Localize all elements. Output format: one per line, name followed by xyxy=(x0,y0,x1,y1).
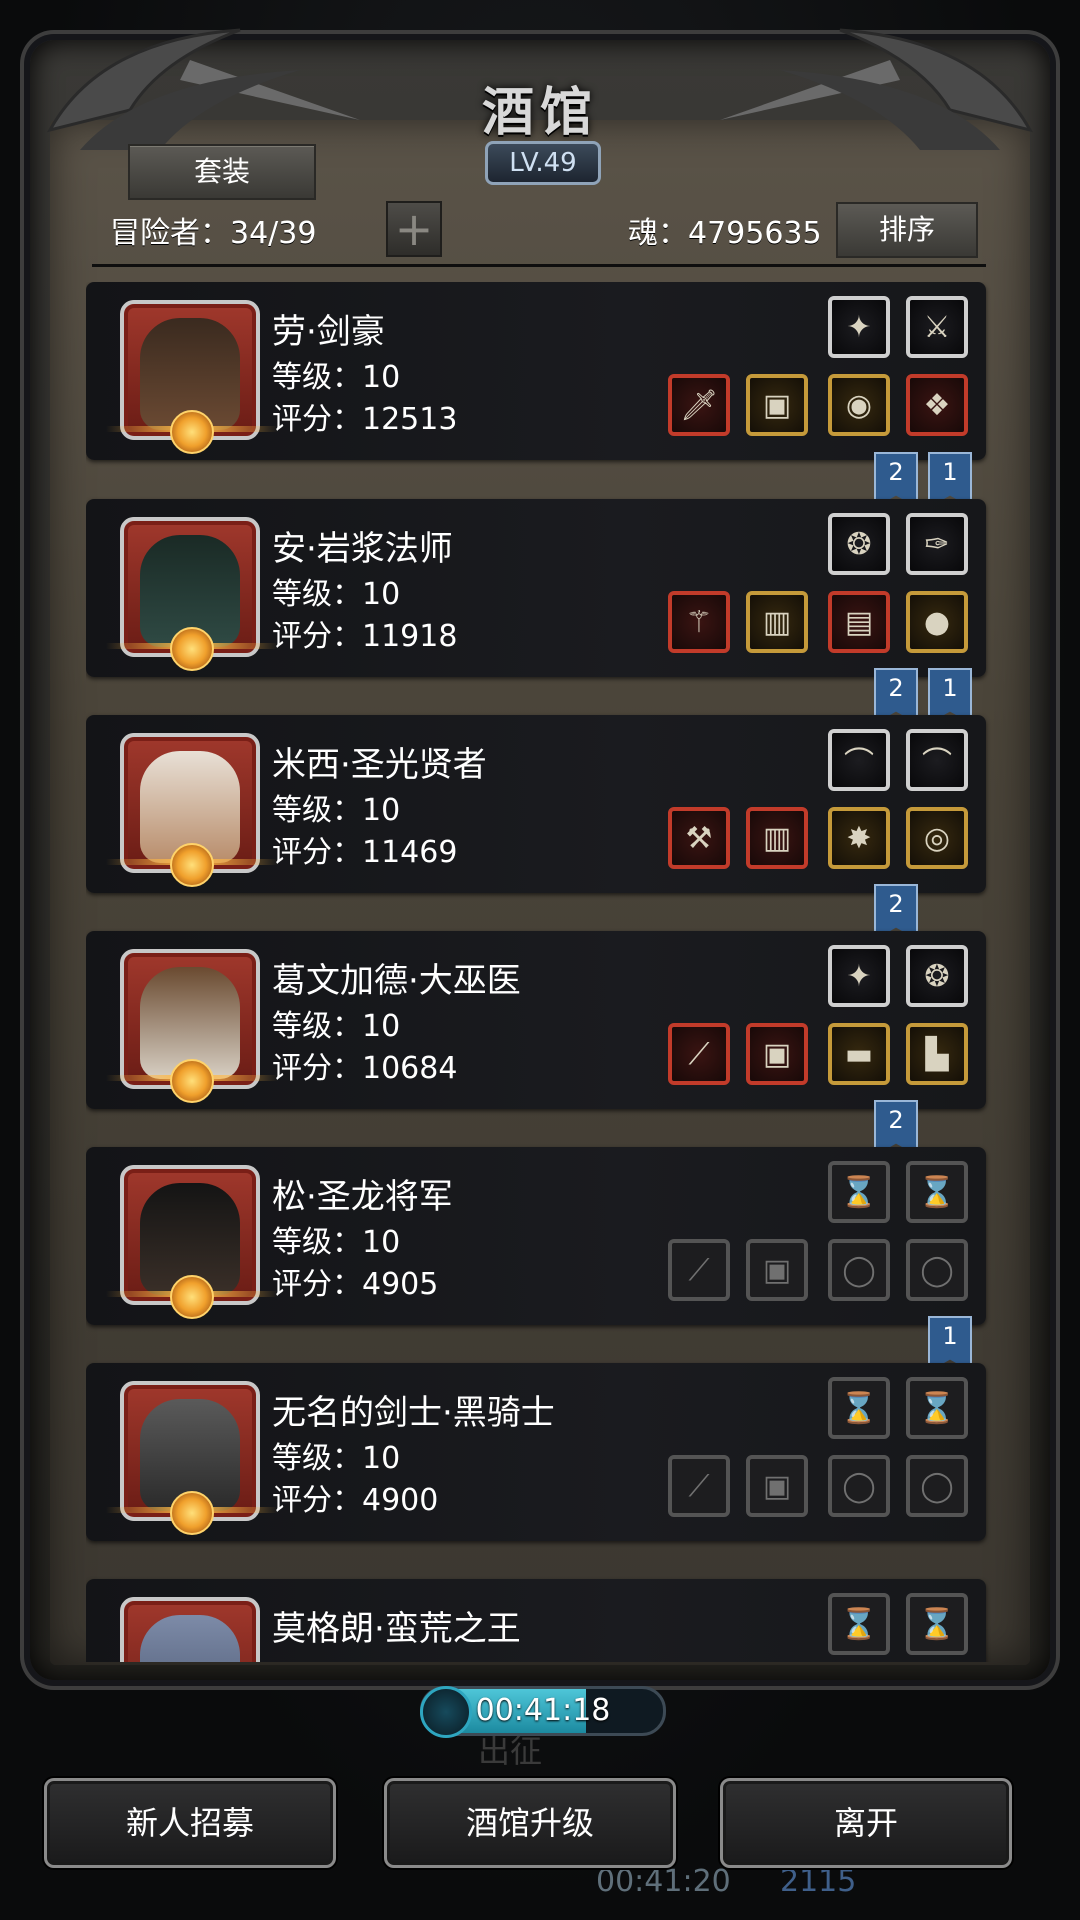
bow-slot-icon[interactable]: ⌒ xyxy=(906,729,968,791)
accessory-slot-icon[interactable]: ❖ xyxy=(906,374,968,436)
book-slot-icon[interactable]: ▤ xyxy=(828,591,890,653)
charm-slot-icon[interactable]: ❂ xyxy=(906,945,968,1007)
hero-score: 评分：12513 xyxy=(272,402,458,437)
charm-slot-icon[interactable]: ❂ xyxy=(828,513,890,575)
empty-ring-slot-icon[interactable]: ◯ xyxy=(906,1239,968,1301)
tavern-upgrade-button[interactable]: 酒馆升级 xyxy=(384,1778,676,1868)
sort-button[interactable]: 排序 xyxy=(836,202,978,258)
page-title: 酒馆 xyxy=(481,82,598,143)
hero-score: 评分：4905 xyxy=(272,1267,439,1302)
add-slot-button[interactable]: + xyxy=(386,201,442,257)
bow-slot-icon[interactable]: ⌒ xyxy=(828,729,890,791)
hero-score: 评分：11918 xyxy=(272,619,458,654)
set-button[interactable]: 套装 xyxy=(128,144,316,200)
hero-name: 无名的剑士·黑骑士 xyxy=(272,1393,555,1433)
robe-slot-icon[interactable]: ▥ xyxy=(746,591,808,653)
rank-emblem-icon xyxy=(170,627,214,671)
background-timer: 00:41:20 xyxy=(596,1864,731,1899)
empty-emblem-slot-icon[interactable]: ⌛ xyxy=(828,1161,890,1223)
empty-ring-slot-icon[interactable]: ◯ xyxy=(828,1455,890,1517)
rank-emblem-icon xyxy=(170,1275,214,1319)
amulet-slot-icon[interactable]: ● xyxy=(906,591,968,653)
belt-slot-icon[interactable]: ▬ xyxy=(828,1023,890,1085)
hero-name: 劳·剑豪 xyxy=(272,312,385,352)
divider xyxy=(92,264,986,267)
hero-portrait xyxy=(120,1597,260,1662)
armor-slot-icon[interactable]: ▣ xyxy=(746,374,808,436)
empty-charm-slot-icon[interactable]: ⌛ xyxy=(906,1161,968,1223)
emblem-slot-icon[interactable]: ✦ xyxy=(828,945,890,1007)
empty-armor-slot-icon[interactable]: ▣ xyxy=(746,1239,808,1301)
staff-slot-icon[interactable]: ⚚ xyxy=(668,591,730,653)
hero-card[interactable]: 劳·剑豪 等级：10 评分：12513 ✦ ⚔ 🗡 ▣ ◉ ❖ xyxy=(86,282,986,460)
wand-slot-icon[interactable]: ⟋ xyxy=(668,1023,730,1085)
hero-card[interactable]: 莫格朗·蛮荒之王 ⌛ ⌛ xyxy=(86,1579,986,1662)
hero-score: 评分：4900 xyxy=(272,1483,439,1518)
rank-emblem-icon xyxy=(170,843,214,887)
hero-level: 等级：10 xyxy=(272,360,401,395)
hero-score: 评分：11469 xyxy=(272,835,458,870)
feather-slot-icon[interactable]: ✑ xyxy=(906,513,968,575)
hero-card[interactable]: 安·岩浆法师 等级：10 评分：11918 ❂ ✑ ⚚ ▥ ▤ ● xyxy=(86,499,986,677)
tavern-level-badge: LV.49 xyxy=(485,141,601,185)
empty-weapon-slot-icon[interactable]: ⟋ xyxy=(668,1455,730,1517)
ring-slot-icon[interactable]: ◎ xyxy=(906,807,968,869)
hero-level: 等级：10 xyxy=(272,1225,401,1260)
empty-armor-slot-icon[interactable]: ▣ xyxy=(746,1455,808,1517)
empty-ring-slot-icon[interactable]: ◯ xyxy=(828,1239,890,1301)
hero-level: 等级：10 xyxy=(272,1009,401,1044)
mace-slot-icon[interactable]: ⚒ xyxy=(668,807,730,869)
soul-currency: 魂：4795635 xyxy=(628,216,822,251)
hero-card[interactable]: 葛文加德·大巫医 等级：10 评分：10684 ✦ ❂ ⟋ ▣ ▬ ▙ xyxy=(86,931,986,1109)
hero-list[interactable]: 劳·剑豪 等级：10 评分：12513 ✦ ⚔ 🗡 ▣ ◉ ❖ 2 1 安·岩浆… xyxy=(86,282,992,1662)
armor-slot-icon[interactable]: ▣ xyxy=(746,1023,808,1085)
rank-emblem-icon xyxy=(170,1491,214,1535)
hero-level: 等级：10 xyxy=(272,793,401,828)
empty-emblem-slot-icon[interactable]: ⌛ xyxy=(828,1593,890,1655)
emblem-slot-icon[interactable]: ✦ xyxy=(828,296,890,358)
ring-slot-icon[interactable]: ◉ xyxy=(828,374,890,436)
hero-score: 评分：10684 xyxy=(272,1051,458,1086)
empty-emblem-slot-icon[interactable]: ⌛ xyxy=(828,1377,890,1439)
rank-emblem-icon xyxy=(170,410,214,454)
empty-charm-slot-icon[interactable]: ⌛ xyxy=(906,1377,968,1439)
hero-card[interactable]: 松·圣龙将军 等级：10 评分：4905 ⌛ ⌛ ⟋ ▣ ◯ ◯ xyxy=(86,1147,986,1325)
background-count: 2115 xyxy=(780,1864,857,1899)
adventurer-count: 冒险者：34/39 xyxy=(110,216,317,251)
empty-charm-slot-icon[interactable]: ⌛ xyxy=(906,1593,968,1655)
hero-name: 安·岩浆法师 xyxy=(272,529,453,569)
charm-slot-icon[interactable]: ⚔ xyxy=(906,296,968,358)
boots-slot-icon[interactable]: ▙ xyxy=(906,1023,968,1085)
clock-icon xyxy=(420,1686,472,1738)
rank-emblem-icon xyxy=(170,1059,214,1103)
gem-slot-icon[interactable]: ✸ xyxy=(828,807,890,869)
hero-name: 米西·圣光贤者 xyxy=(272,745,487,785)
leave-button[interactable]: 离开 xyxy=(720,1778,1012,1868)
hero-card[interactable]: 无名的剑士·黑骑士 等级：10 评分：4900 ⌛ ⌛ ⟋ ▣ ◯ ◯ xyxy=(86,1363,986,1541)
hero-name: 莫格朗·蛮荒之王 xyxy=(272,1609,521,1649)
hero-level: 等级：10 xyxy=(272,577,401,612)
recruit-button[interactable]: 新人招募 xyxy=(44,1778,336,1868)
hero-name: 松·圣龙将军 xyxy=(272,1177,453,1217)
robe-slot-icon[interactable]: ▥ xyxy=(746,807,808,869)
hero-name: 葛文加德·大巫医 xyxy=(272,961,521,1001)
hero-level: 等级：10 xyxy=(272,1441,401,1476)
empty-ring-slot-icon[interactable]: ◯ xyxy=(906,1455,968,1517)
hero-card[interactable]: 米西·圣光贤者 等级：10 评分：11469 ⌒ ⌒ ⚒ ▥ ✸ ◎ xyxy=(86,715,986,893)
sword-slot-icon[interactable]: 🗡 xyxy=(668,374,730,436)
empty-weapon-slot-icon[interactable]: ⟋ xyxy=(668,1239,730,1301)
